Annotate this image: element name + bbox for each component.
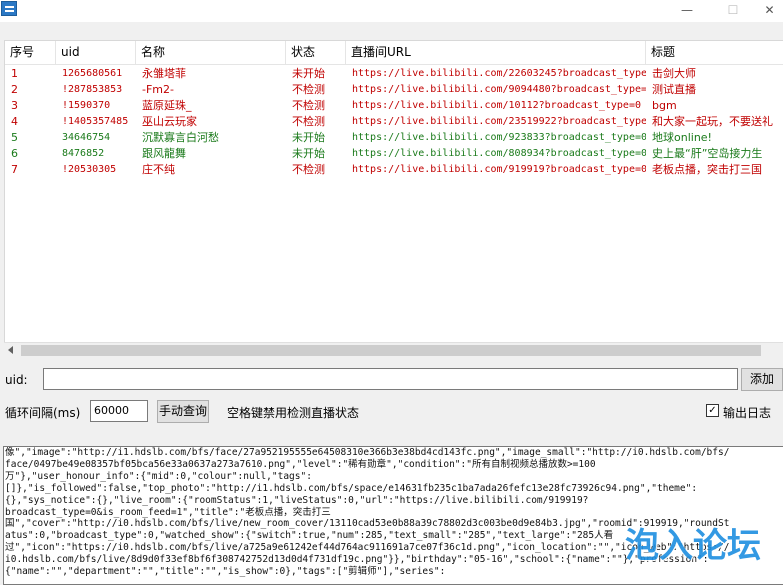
- row-no: 7: [11, 163, 18, 176]
- list-header: 序号 uid 名称 状态 直播间URL 标题: [5, 41, 783, 65]
- row-uid: 8476852: [62, 148, 105, 159]
- table-row[interactable]: 7 !20530305 庄不纯 不检测 https://live.bilibili.co…: [5, 162, 783, 178]
- column-header-uid[interactable]: uid: [56, 41, 136, 64]
- row-url: https://live.bilibili.com/10112?broadcas…: [352, 100, 641, 111]
- row-uid: !1405357485: [62, 116, 129, 127]
- row-name: 蓝原延珠_: [142, 99, 192, 112]
- row-url: https://live.bilibili.com/808934?broadca…: [352, 148, 646, 159]
- column-header-title[interactable]: 标题: [646, 41, 783, 64]
- title-bar: — ☐ ✕: [0, 0, 783, 22]
- log-line: []},"is_followed":false,"top_photo":"htt…: [5, 482, 698, 494]
- row-no: 2: [11, 83, 18, 96]
- log-line: face/0497be49e08357bf05bca56e33a0637a273…: [5, 458, 596, 470]
- row-name: 跟风龍舞: [142, 147, 186, 160]
- horizontal-scrollbar[interactable]: [4, 342, 783, 358]
- output-log-checkbox[interactable]: ✓: [706, 404, 719, 417]
- row-uid: !20530305: [62, 164, 117, 175]
- table-row[interactable]: 4 !1405357485 巫山云玩家 不检测 https://live.bilibil…: [5, 114, 783, 130]
- output-log-label[interactable]: 输出日志: [723, 404, 771, 421]
- stream-list[interactable]: 序号 uid 名称 状态 直播间URL 标题 1 1265680561 永雏塔菲 未开…: [4, 40, 783, 358]
- row-title: 和大家一起玩，不要送礼: [652, 115, 773, 128]
- row-status: 未开始: [292, 147, 325, 160]
- row-title: 老板点播，突击打三国: [652, 163, 762, 176]
- table-row[interactable]: 3 !1590370 蓝原延珠_ 不检测 https://live.bilibili.c…: [5, 98, 783, 114]
- row-title: bgm: [652, 99, 677, 112]
- row-url: https://live.bilibili.com/23519922?broad…: [352, 116, 646, 127]
- row-no: 1: [11, 67, 18, 80]
- row-url: https://live.bilibili.com/9094480?broadc…: [352, 84, 646, 95]
- row-name: 沉默寡言白河愁: [142, 131, 219, 144]
- row-no: 5: [11, 131, 18, 144]
- scroll-left-icon[interactable]: [8, 346, 13, 354]
- row-title: 地球online!: [652, 131, 712, 144]
- app-icon: [1, 1, 17, 16]
- log-line: broadcast_type=0&is_room_feed=1","title"…: [5, 506, 331, 518]
- row-name: -Fm2-: [142, 83, 174, 96]
- log-line: 万"},"user_honour_info":{"mid":0,"colour"…: [5, 470, 312, 482]
- row-url: https://live.bilibili.com/919919?broadca…: [352, 164, 646, 175]
- manual-query-button[interactable]: 手动查询: [157, 400, 209, 423]
- watermark-logo: 泡入论坛: [625, 526, 761, 566]
- row-no: 4: [11, 115, 18, 128]
- row-uid: 34646754: [62, 132, 111, 143]
- maximize-button[interactable]: ☐: [710, 0, 756, 22]
- uid-label: uid:: [5, 373, 28, 387]
- row-name: 巫山云玩家: [142, 115, 197, 128]
- uid-input[interactable]: [43, 368, 738, 390]
- column-header-status[interactable]: 状态: [286, 41, 346, 64]
- row-status: 不检测: [292, 99, 325, 112]
- row-status: 不检测: [292, 83, 325, 96]
- interval-label: 循环间隔(ms): [5, 406, 81, 420]
- row-no: 6: [11, 147, 18, 160]
- column-header-name[interactable]: 名称: [136, 41, 286, 64]
- minimize-button[interactable]: —: [664, 0, 710, 22]
- table-row[interactable]: 6 8476852 跟风龍舞 未开始 https://live.bilibili.com…: [5, 146, 783, 162]
- row-url: https://live.bilibili.com/923833?broadca…: [352, 132, 646, 143]
- row-status: 未开始: [292, 67, 325, 80]
- close-button[interactable]: ✕: [756, 0, 783, 22]
- scrollbar-thumb[interactable]: [21, 345, 761, 356]
- row-no: 3: [11, 99, 18, 112]
- row-title: 测试直播: [652, 83, 696, 96]
- add-button[interactable]: 添加: [741, 368, 783, 391]
- interval-input[interactable]: 60000: [90, 400, 148, 422]
- log-line: 像","image":"http://i1.hdslb.com/bfs/face…: [5, 447, 730, 458]
- row-status: 不检测: [292, 115, 325, 128]
- table-row[interactable]: 1 1265680561 永雏塔菲 未开始 https://live.bilibili.…: [5, 66, 783, 82]
- row-uid: 1265680561: [62, 68, 123, 79]
- table-row[interactable]: 5 34646754 沉默寡言白河愁 未开始 https://live.bilibili…: [5, 130, 783, 146]
- row-uid: !287853853: [62, 84, 123, 95]
- column-header-url[interactable]: 直播间URL: [346, 41, 646, 64]
- row-title: 击剑大师: [652, 67, 696, 80]
- space-hint-label: 空格键禁用检测直播状态: [227, 406, 360, 420]
- column-header-no[interactable]: 序号: [5, 41, 56, 64]
- row-status: 不检测: [292, 163, 325, 176]
- row-name: 庄不纯: [142, 163, 175, 176]
- table-row[interactable]: 2 !287853853 -Fm2- 不检测 https://live.bilibili…: [5, 82, 783, 98]
- row-url: https://live.bilibili.com/22603245?broad…: [352, 68, 646, 79]
- log-line: {},"sys_notice":{},"live_room":{"roomSta…: [5, 494, 589, 506]
- row-status: 未开始: [292, 131, 325, 144]
- row-uid: !1590370: [62, 100, 111, 111]
- row-name: 永雏塔菲: [142, 67, 186, 80]
- row-title: 史上最“肝”空岛接力生: [652, 147, 763, 160]
